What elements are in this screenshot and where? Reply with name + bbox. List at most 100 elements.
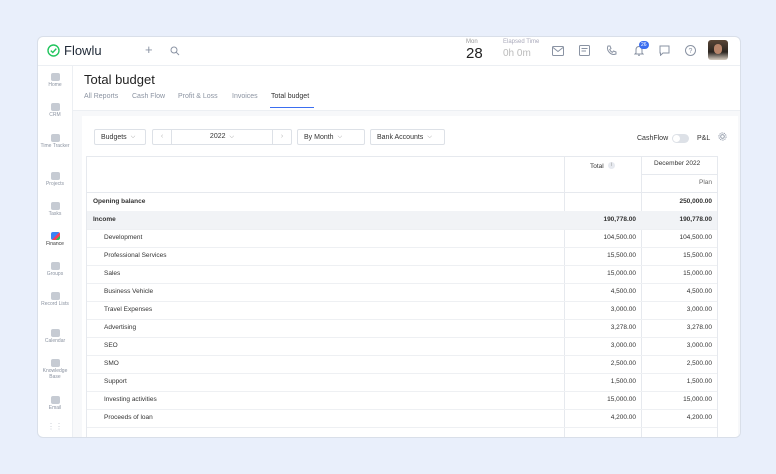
row-label: Travel Expenses — [104, 306, 153, 313]
app-name: Flowlu — [64, 43, 102, 58]
sidebar-item-calendar[interactable]: Calendar — [38, 329, 72, 344]
sidebar-item-groups[interactable]: Groups — [38, 262, 72, 277]
row-total: 15,500.00 — [607, 252, 636, 259]
row-label: Business Vehicle — [104, 288, 154, 295]
row-total: 3,278.00 — [610, 324, 636, 331]
table-header: Total i December 2022 Plan — [87, 157, 717, 193]
elapsed-time-value[interactable]: 0h 0m — [503, 48, 531, 59]
table-row[interactable]: Travel Expenses 3,000.00 3,000.00 — [87, 301, 717, 320]
next-year-button[interactable]: › — [272, 130, 291, 144]
mail-icon[interactable] — [552, 46, 564, 56]
table-row[interactable]: Business Vehicle 4,500.00 4,500.00 — [87, 283, 717, 302]
budgets-dropdown[interactable]: Budgets ⌵ — [94, 129, 146, 145]
bank-accounts-label: Bank Accounts — [377, 133, 424, 141]
row-plan: 4,500.00 — [686, 288, 712, 295]
row-plan: 250,000.00 — [679, 198, 712, 205]
logo[interactable]: Flowlu — [47, 43, 102, 58]
tab-all-reports[interactable]: All Reports — [84, 93, 118, 100]
table-row[interactable]: Investing activities 15,000.00 15,000.00 — [87, 391, 717, 410]
row-total: 4,200.00 — [610, 414, 636, 421]
sidebar-item-label: Email — [48, 405, 62, 411]
add-icon[interactable]: + — [145, 43, 153, 56]
table-row[interactable]: Professional Services 15,500.00 15,500.00 — [87, 247, 717, 266]
table-row[interactable]: Proceeds of loan 4,200.00 4,200.00 — [87, 409, 717, 428]
bank-accounts-dropdown[interactable]: Bank Accounts ⌵ — [370, 129, 445, 145]
tab-cash-flow[interactable]: Cash Flow — [132, 93, 165, 100]
table-row[interactable]: Development 104,500.00 104,500.00 — [87, 229, 717, 248]
chevron-down-icon: ⌵ — [229, 134, 235, 140]
sidebar-item-home[interactable]: Home — [38, 73, 72, 88]
table-row[interactable]: SMO 2,500.00 2,500.00 — [87, 355, 717, 374]
sidebar-item-label: Finance — [46, 241, 64, 247]
row-total: 15,000.00 — [607, 270, 636, 277]
period-dropdown[interactable]: By Month ⌵ — [297, 129, 365, 145]
page-title: Total budget — [84, 72, 155, 87]
row-label: SMO — [104, 360, 119, 367]
month-column-header: December 2022 — [654, 160, 701, 167]
sidebar-item-email[interactable]: Email — [38, 396, 72, 411]
row-plan: 1,500.00 — [686, 378, 712, 385]
sidebar-item-label: Home — [48, 82, 62, 88]
cashflow-pl-toggle[interactable] — [672, 134, 689, 143]
row-total: 190,778.00 — [603, 216, 636, 223]
tab-profit-loss[interactable]: Profit & Loss — [178, 93, 218, 100]
tab-invoices[interactable]: Invoices — [232, 93, 258, 100]
toggle-knob — [673, 135, 680, 142]
sidebar-item-finance[interactable]: Finance — [38, 232, 72, 247]
row-plan: 2,500.00 — [686, 360, 712, 367]
row-plan: 4,200.00 — [686, 414, 712, 421]
search-icon[interactable] — [170, 46, 180, 56]
date-day: 28 — [466, 45, 483, 62]
sidebar-item-time-tracker[interactable]: Time Tracker — [38, 134, 72, 149]
cashflow-label: CashFlow — [637, 135, 669, 142]
sidebar-item-crm[interactable]: CRM — [38, 103, 72, 118]
table-row[interactable]: Sales 15,000.00 15,000.00 — [87, 265, 717, 284]
table-row[interactable]: SEO 3,000.00 3,000.00 — [87, 337, 717, 356]
row-total: 4,500.00 — [610, 288, 636, 295]
sidebar-item-label: Record Lists — [41, 301, 69, 307]
info-icon[interactable]: i — [608, 162, 615, 169]
active-tab-indicator — [270, 107, 314, 108]
prev-year-button[interactable]: ‹ — [153, 130, 172, 144]
row-label: Advertising — [104, 324, 137, 331]
row-label: Sales — [104, 270, 121, 277]
content-area: Budgets ⌵ ‹ 2022 ⌵ › By Month ⌵ Bank Accoun… — [73, 111, 740, 437]
phone-icon[interactable] — [606, 45, 617, 56]
table-row[interactable]: Advertising 3,278.00 3,278.00 — [87, 319, 717, 338]
row-label: Income — [93, 216, 116, 223]
row-label: Opening balance — [93, 198, 146, 205]
groups-icon — [50, 262, 60, 270]
tab-total-budget[interactable]: Total budget — [271, 93, 309, 100]
settings-gear-icon[interactable] — [718, 132, 727, 141]
help-icon[interactable]: ? — [685, 45, 696, 56]
row-label: SEO — [104, 342, 118, 349]
table-row[interactable]: Income 190,778.00 190,778.00 — [87, 211, 717, 230]
row-plan: 3,278.00 — [686, 324, 712, 331]
sidebar-item-label: Calendar — [44, 338, 66, 344]
sidebar-item-record-lists[interactable]: Record Lists — [38, 292, 72, 307]
top-bar: Flowlu + Mon 28 Elapsed Time 0h 0m 26 ? — [38, 37, 740, 66]
chevron-down-icon: ⌵ — [130, 133, 136, 140]
row-plan: 3,000.00 — [686, 306, 712, 313]
row-label: Investing activities — [104, 396, 157, 403]
table-row[interactable]: Support 1,500.00 1,500.00 — [87, 373, 717, 392]
user-avatar[interactable] — [708, 40, 728, 60]
sidebar-item-projects[interactable]: Projects — [38, 172, 72, 187]
year-selector[interactable]: ‹ 2022 ⌵ › — [152, 129, 292, 145]
sidebar-item-label: Time Tracker — [40, 143, 70, 149]
main-area: Total budget All Reports Cash Flow Profi… — [73, 66, 740, 437]
chat-icon[interactable] — [659, 45, 670, 56]
projects-icon — [50, 172, 60, 180]
period-label: By Month — [304, 133, 334, 141]
sidebar-item-tasks[interactable]: Tasks — [38, 202, 72, 217]
row-label: Professional Services — [104, 252, 167, 259]
budgets-label: Budgets — [101, 133, 127, 141]
table-row[interactable]: Opening balance 250,000.00 — [87, 193, 717, 212]
notes-icon[interactable] — [579, 45, 590, 56]
row-plan: 3,000.00 — [686, 342, 712, 349]
app-window: Flowlu + Mon 28 Elapsed Time 0h 0m 26 ? … — [37, 36, 741, 438]
pl-label: P&L — [697, 135, 711, 142]
sidebar-item-knowledge-base[interactable]: Knowledge Base — [38, 359, 72, 380]
apps-grid-icon[interactable]: ⋮⋮ — [38, 423, 72, 431]
plan-column-header: Plan — [699, 179, 713, 186]
